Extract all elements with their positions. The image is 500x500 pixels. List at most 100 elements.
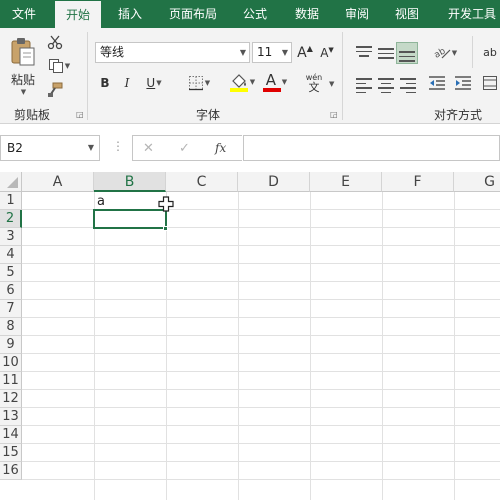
tab-view[interactable]: 视图 [384,0,430,28]
gridline [22,425,500,426]
clipboard-launcher-icon[interactable]: ◲ [76,110,84,119]
grow-font-button[interactable]: A ▲ [296,42,314,63]
align-center-icon[interactable] [378,78,394,96]
tab-insert[interactable]: 插入 [107,0,153,28]
row-header-5[interactable]: 5 [0,264,22,282]
tab-page-layout[interactable]: 页面布局 [160,0,226,28]
italic-button[interactable]: I [118,72,136,94]
orientation-button[interactable]: ab ▼ [428,42,462,64]
cell-b1[interactable]: a [97,194,105,209]
gridline [22,389,500,390]
copy-dropdown-icon[interactable]: ▼ [65,62,70,70]
tab-home[interactable]: 开始 [55,1,101,28]
row-header-14[interactable]: 14 [0,426,22,444]
font-color-dropdown-icon[interactable]: ▼ [282,78,287,86]
column-header-d[interactable]: D [238,172,310,192]
wrap-text-button[interactable]: ab [480,40,500,64]
row-header-2[interactable]: 2 [0,210,22,228]
tab-formulas[interactable]: 公式 [232,0,278,28]
formula-input[interactable] [243,135,500,161]
align-left-icon[interactable] [356,78,372,96]
chevron-down-icon: ▼ [239,48,246,57]
row-header-3[interactable]: 3 [0,228,22,246]
underline-dropdown-icon[interactable]: ▼ [156,79,161,87]
font-launcher-icon[interactable]: ◲ [330,110,338,119]
cut-button[interactable] [44,32,66,52]
name-box[interactable]: B2 ▼ [0,135,100,161]
tab-file[interactable]: 文件 [0,0,48,28]
column-header-e[interactable]: E [310,172,382,192]
row-header-11[interactable]: 11 [0,372,22,390]
paste-button[interactable]: 粘贴 ▼ [6,34,40,98]
insert-function-icon[interactable]: fx [215,141,226,155]
row-header-7[interactable]: 7 [0,300,22,318]
column-header-g[interactable]: G [454,172,500,192]
underline-button[interactable]: U ▼ [140,72,168,94]
cancel-icon[interactable]: ✕ [143,141,154,156]
increase-indent-button[interactable] [452,72,474,94]
text-orientation-icon: ab [433,46,451,61]
ribbon-separator [342,32,343,120]
column-header-c[interactable]: C [166,172,238,192]
font-color-button[interactable]: A ▼ [260,70,290,94]
paste-label: 粘贴 [10,72,35,87]
orientation-dropdown-icon[interactable]: ▼ [452,49,457,57]
formula-buttons-area: ✕ ✓ fx [132,135,242,161]
drag-handle-icon[interactable]: ⋮ [112,139,124,153]
row-header-8[interactable]: 8 [0,318,22,336]
row-header-15[interactable]: 15 [0,444,22,462]
align-bottom-button[interactable] [396,42,418,64]
borders-icon [188,76,203,91]
font-group-label: 字体 [196,108,221,122]
align-middle-icon[interactable] [378,48,394,62]
decrease-indent-button[interactable] [426,72,448,94]
row-header-10[interactable]: 10 [0,354,22,372]
shrink-font-icon: A [320,45,329,60]
row-header-13[interactable]: 13 [0,408,22,426]
column-header-a[interactable]: A [22,172,94,192]
chevron-down-icon[interactable]: ▼ [88,136,94,160]
enter-icon[interactable]: ✓ [179,141,190,156]
grow-font-icon: A [297,44,307,61]
bold-button[interactable]: B [96,72,114,94]
ribbon-separator [87,32,88,120]
fill-handle[interactable] [163,226,168,231]
tab-developer[interactable]: 开发工具 [440,0,500,28]
borders-button[interactable]: ▼ [182,72,216,94]
gridline [22,479,500,480]
tab-data[interactable]: 数据 [284,0,330,28]
ribbon-separator [472,36,473,68]
align-right-icon[interactable] [400,78,416,96]
row-header-4[interactable]: 4 [0,246,22,264]
gridline [22,353,500,354]
italic-icon: I [124,76,130,90]
paste-dropdown-icon[interactable]: ▼ [21,88,26,96]
fill-color-dropdown-icon[interactable]: ▼ [250,78,255,86]
align-top-icon[interactable] [356,46,372,60]
column-header-b[interactable]: B [94,172,166,192]
clipboard-group-label: 剪贴板 [14,108,51,122]
active-cell-b2[interactable] [93,209,167,229]
font-size-combo[interactable]: 11 ▼ [252,42,292,63]
row-header-16[interactable]: 16 [0,462,22,480]
row-header-9[interactable]: 9 [0,336,22,354]
phonetic-dropdown-icon[interactable]: ▼ [329,80,334,88]
row-header-12[interactable]: 12 [0,390,22,408]
column-header-f[interactable]: F [382,172,454,192]
shrink-font-button[interactable]: A ▼ [318,42,336,63]
font-name-combo[interactable]: 等线 ▼ [95,42,250,63]
phonetic-guide-button[interactable]: wén 文 [300,70,328,96]
copy-icon [48,59,63,73]
fill-color-button[interactable]: ▼ [226,70,258,94]
copy-button[interactable]: ▼ [44,56,74,76]
row-header-1[interactable]: 1 [0,192,22,210]
tab-review[interactable]: 审阅 [334,0,380,28]
row-header-6[interactable]: 6 [0,282,22,300]
scissors-icon [47,35,63,50]
select-all-button[interactable] [0,172,22,192]
borders-dropdown-icon[interactable]: ▼ [205,79,210,87]
merge-center-button[interactable] [480,72,500,94]
svg-text:ab: ab [433,46,448,60]
worksheet-grid[interactable]: A B C D E F G 1 2 3 4 5 6 7 8 9 10 11 12… [0,172,500,500]
format-painter-button[interactable] [44,80,66,100]
